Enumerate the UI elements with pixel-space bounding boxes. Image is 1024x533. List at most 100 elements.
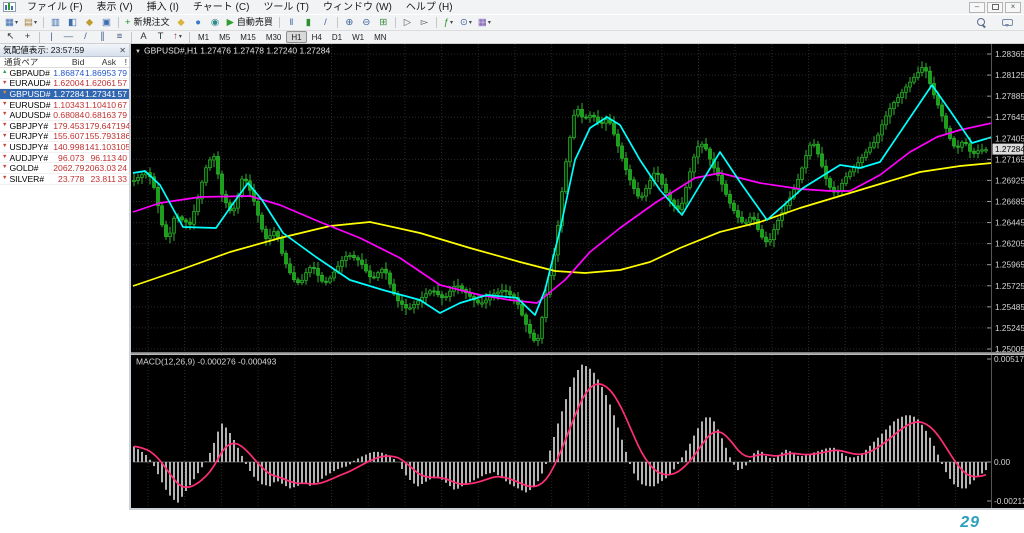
candle-body <box>841 183 844 191</box>
subwindow-collapse-icon[interactable]: ▼ <box>135 49 141 55</box>
candle-body <box>317 268 320 275</box>
candle-body <box>285 253 288 264</box>
indicators-button[interactable]: ƒ▾ <box>440 16 457 30</box>
timeframe-w1-button[interactable]: W1 <box>347 31 369 43</box>
website-button[interactable]: ◉ <box>207 16 224 30</box>
price-axis-label: 1.26205 <box>995 239 1024 249</box>
timeframe-h1-button[interactable]: H1 <box>286 31 306 43</box>
timeframe-m15-button[interactable]: M15 <box>235 31 261 43</box>
column-header-0[interactable]: 通貨ペア <box>0 56 52 68</box>
symbol-row-eurjpy[interactable]: ▼EURJPY#155.607155.793186 <box>0 132 129 143</box>
arrow-down-icon: ▼ <box>2 134 7 140</box>
close-button[interactable]: × <box>1005 2 1021 13</box>
symbol-row-audusd[interactable]: ▼AUDUSD#0.680840.6816379 <box>0 110 129 121</box>
chart-shift-button[interactable]: ▻ <box>416 16 433 30</box>
candle-body <box>969 144 972 152</box>
chart-line-button[interactable]: / <box>317 16 334 30</box>
candle-body <box>965 142 968 143</box>
menu-item-4[interactable]: ツール (T) <box>256 2 316 13</box>
symbol-row-gbpjpy[interactable]: ▼GBPJPY#179.453179.647194 <box>0 121 129 132</box>
chat-button[interactable] <box>999 16 1016 30</box>
symbol-row-gold[interactable]: ▼GOLD#2062.792063.0324 <box>0 163 129 174</box>
price-axis-label: 1.27885 <box>995 91 1024 101</box>
templates-button[interactable]: ▦▾ <box>475 16 494 30</box>
search-button[interactable] <box>973 16 990 30</box>
price-chart[interactable]: 1.283651.281251.278851.276451.274051.271… <box>131 44 1024 352</box>
timeframe-m30-button[interactable]: M30 <box>261 31 287 43</box>
market-watch-close-icon[interactable]: ✕ <box>119 46 126 55</box>
mt4-window: ファイル (F)表示 (V)挿入 (I)チャート (C)ツール (T)ウィンドウ… <box>0 0 1024 510</box>
auto-scroll-button[interactable]: ▷ <box>399 16 416 30</box>
candle-body <box>233 208 236 211</box>
app-logo-icon <box>3 2 16 12</box>
menu-item-5[interactable]: ウィンドウ (W) <box>316 2 399 13</box>
zoom-in-button[interactable]: ⊕ <box>341 16 358 30</box>
menu-item-6[interactable]: ヘルプ (H) <box>399 2 460 13</box>
fibonacci-button[interactable]: ≡ <box>111 30 128 44</box>
restore-button[interactable] <box>987 2 1003 13</box>
market-watch-button[interactable]: ▥ <box>47 16 64 30</box>
trendline-button[interactable]: / <box>77 30 94 44</box>
minimize-button[interactable]: – <box>969 2 985 13</box>
symbol-row-usdjpy[interactable]: ▼USDJPY#140.998141.103105 <box>0 142 129 153</box>
symbol-row-gbpusd[interactable]: ▼GBPUSD#1.272841.2734157 <box>0 89 129 100</box>
tile-windows-button[interactable]: ⊞ <box>375 16 392 30</box>
zoom-out-button[interactable]: ⊖ <box>358 16 375 30</box>
community-button[interactable]: ● <box>190 16 207 30</box>
candle-body <box>221 174 224 194</box>
menu-item-2[interactable]: 挿入 (I) <box>140 2 186 13</box>
periods-button[interactable]: ⊙▾ <box>457 16 475 30</box>
timeframe-mn-button[interactable]: MN <box>369 31 391 43</box>
cursor-button[interactable]: ↖ <box>2 30 19 44</box>
text-button[interactable]: A <box>135 30 152 44</box>
bid-cell: 140.998 <box>52 142 85 152</box>
new-chart-button[interactable]: ▦▾ <box>2 16 21 30</box>
chart-window[interactable]: 1.283651.281251.278851.276451.274051.271… <box>131 44 1024 510</box>
column-header-3[interactable]: ! <box>116 57 129 67</box>
menu-item-1[interactable]: 表示 (V) <box>90 2 140 13</box>
timeframe-m1-button[interactable]: M1 <box>193 31 214 43</box>
candle-body <box>821 154 824 166</box>
data-window-button[interactable]: ◧ <box>64 16 81 30</box>
column-header-2[interactable]: Ask <box>84 57 116 67</box>
horizontal-line-button[interactable]: — <box>60 30 77 44</box>
menu-item-3[interactable]: チャート (C) <box>186 2 257 13</box>
symbol-row-silver[interactable]: ▼SILVER#23.77823.81133 <box>0 174 129 185</box>
column-header-1[interactable]: Bid <box>52 57 85 67</box>
timeframe-m5-button[interactable]: M5 <box>214 31 235 43</box>
macd-chart[interactable]: 0.0051730.00-0.002121MACD(12,26,9) -0.00… <box>131 355 1024 508</box>
toolbar-separator <box>189 32 190 43</box>
metaeditor-button[interactable]: ◆ <box>173 16 190 30</box>
navigator-button[interactable]: ◆ <box>81 16 98 30</box>
symbol-row-gbpaud[interactable]: ▲GBPAUD#1.868741.8695379 <box>0 68 129 79</box>
new-order-button[interactable]: +新規注文 <box>122 16 173 30</box>
candle-body <box>901 92 904 97</box>
label-button[interactable]: T <box>152 30 169 44</box>
arrows-button[interactable]: ↑▾ <box>169 30 186 44</box>
menu-item-0[interactable]: ファイル (F) <box>20 2 90 13</box>
candle-body <box>273 232 276 236</box>
symbol-cell: ▲GBPAUD# <box>0 68 52 78</box>
ask-cell: 179.647 <box>84 121 116 131</box>
autotrading-button[interactable]: ▶自動売買 <box>224 16 276 30</box>
symbol-row-euraud[interactable]: ▼EURAUD#1.620041.6206157 <box>0 79 129 90</box>
crosshair-button[interactable]: + <box>19 30 36 44</box>
timeframe-d1-button[interactable]: D1 <box>327 31 347 43</box>
candle-body <box>485 300 488 303</box>
terminal-button[interactable]: ▣ <box>98 16 115 30</box>
channel-button[interactable]: ∥ <box>94 30 111 44</box>
timeframe-h4-button[interactable]: H4 <box>307 31 327 43</box>
profiles-button[interactable]: ▤▾ <box>21 16 40 30</box>
website-icon: ◉ <box>211 18 219 28</box>
chart-bars-button[interactable]: ‖ <box>283 16 300 30</box>
vertical-line-button[interactable]: | <box>43 30 60 44</box>
candle-body <box>633 180 636 189</box>
crosshair-icon: + <box>25 32 31 42</box>
candle-body <box>573 115 576 137</box>
symbol-row-eurusd[interactable]: ▼EURUSD#1.103431.1041067 <box>0 100 129 111</box>
ask-cell: 23.811 <box>84 174 116 184</box>
candle-body <box>209 160 212 168</box>
candle-body <box>945 116 948 128</box>
symbol-row-audjpy[interactable]: ▼AUDJPY#96.07396.11340 <box>0 153 129 164</box>
chart-candles-button[interactable]: ▮ <box>300 16 317 30</box>
